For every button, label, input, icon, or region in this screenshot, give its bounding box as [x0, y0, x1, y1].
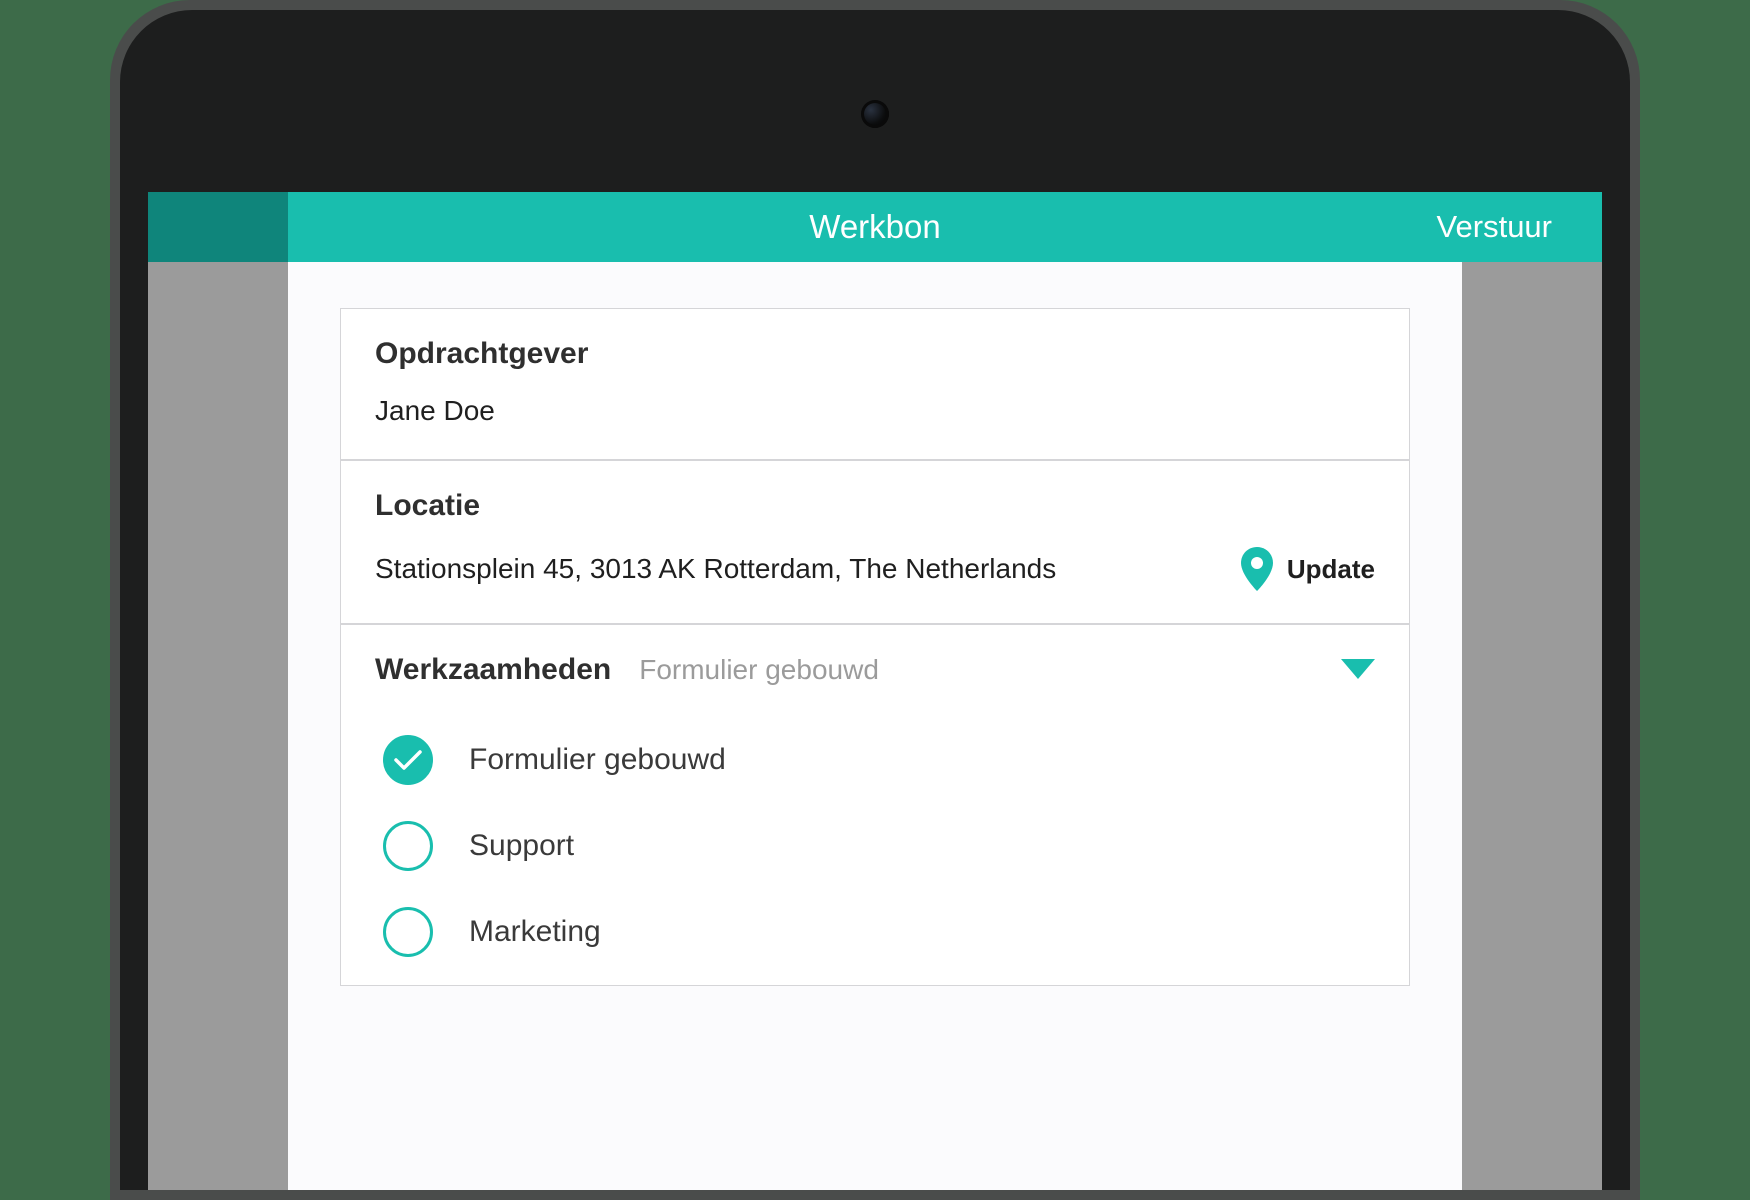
client-section: Opdrachtgever Jane Doe	[341, 309, 1409, 461]
radio-unchecked-icon	[383, 821, 433, 871]
page-title: Werkbon	[809, 208, 940, 246]
radio-checked-icon	[383, 735, 433, 785]
client-label: Opdrachtgever	[375, 337, 1375, 371]
update-location-button[interactable]: Update	[1241, 547, 1375, 591]
update-location-label: Update	[1287, 554, 1375, 585]
tablet-frame: Werkbon Verstuur Opdrachtgever Jane Doe …	[110, 0, 1640, 1200]
header-accent-block	[148, 192, 288, 262]
location-value: Stationsplein 45, 3013 AK Rotterdam, The…	[375, 553, 1056, 585]
app-header: Werkbon Verstuur	[148, 192, 1602, 262]
location-label: Locatie	[375, 489, 1375, 523]
activities-dropdown[interactable]: Werkzaamheden Formulier gebouwd	[375, 653, 1375, 687]
caret-down-icon	[1341, 659, 1375, 679]
tablet-camera	[861, 100, 889, 128]
location-section: Locatie Stationsplein 45, 3013 AK Rotter…	[341, 461, 1409, 625]
form-card: Opdrachtgever Jane Doe Locatie Stationsp…	[340, 308, 1410, 986]
send-button[interactable]: Verstuur	[1437, 209, 1552, 245]
activity-option-label: Marketing	[469, 915, 601, 949]
activity-option-label: Formulier gebouwd	[469, 743, 726, 777]
activity-option-marketing[interactable]: Marketing	[375, 889, 1375, 975]
tablet-bezel: Werkbon Verstuur Opdrachtgever Jane Doe …	[120, 10, 1630, 1190]
activity-option-label: Support	[469, 829, 574, 863]
activities-section: Werkzaamheden Formulier gebouwd	[341, 625, 1409, 985]
client-value[interactable]: Jane Doe	[375, 395, 1375, 427]
activity-option-support[interactable]: Support	[375, 803, 1375, 889]
radio-unchecked-icon	[383, 907, 433, 957]
activities-label: Werkzaamheden	[375, 653, 611, 687]
screen: Werkbon Verstuur Opdrachtgever Jane Doe …	[148, 192, 1602, 1190]
map-pin-icon	[1241, 547, 1273, 591]
content-zone: Opdrachtgever Jane Doe Locatie Stationsp…	[288, 262, 1462, 1190]
activities-selected-value: Formulier gebouwd	[639, 654, 879, 686]
activity-option-formulier-gebouwd[interactable]: Formulier gebouwd	[375, 717, 1375, 803]
